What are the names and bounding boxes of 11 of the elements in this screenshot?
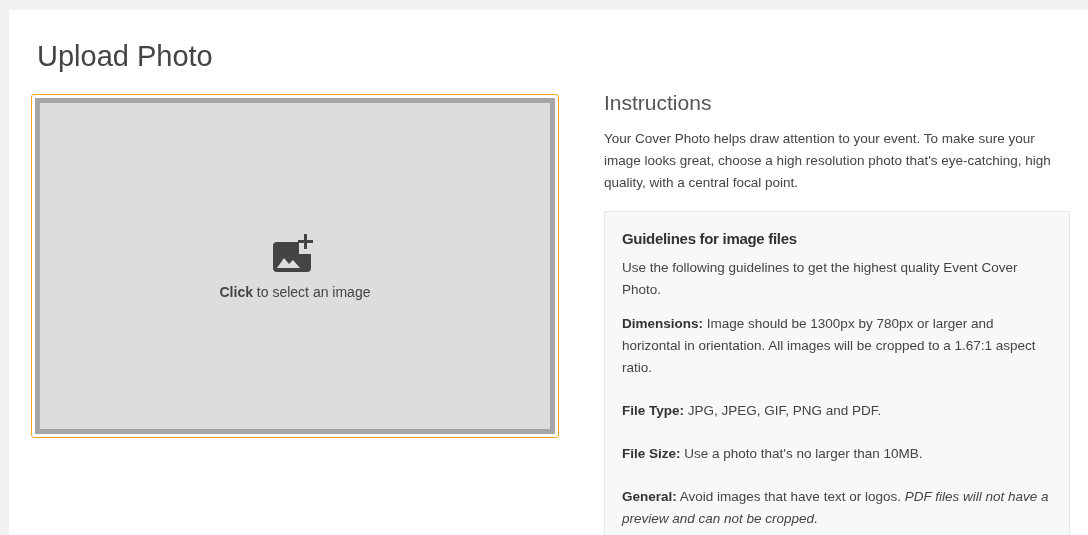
guideline-text: General: Avoid images that have text or logos. PDF files will not have a preview and can not be cropped.: [622, 488, 1050, 528]
guideline-text: File Type: JPG, JPEG, GIF, PNG and PDF.: [622, 402, 883, 420]
upload-prompt: Click to select an image: [219, 282, 371, 302]
guidelines-intro: Use the following guidelines to get the highest quality Event Cover Photo.: [622, 259, 1019, 299]
instructions-heading: Instructions: [604, 90, 712, 116]
guidelines-heading: Guidelines for image files: [622, 229, 797, 249]
instructions-text: Your Cover Photo helps draw attention to your event. To make sure your image looks great, choose a high resolution photo that's eye-catching, high quality, with a central focal point.: [604, 130, 1052, 192]
guideline-text: File Size: Use a photo that's no larger than 10MB.: [622, 445, 924, 463]
image-dropzone[interactable]: Click to select an image: [31, 94, 559, 438]
guideline-text: Dimensions: Image should be 1300px by 780px or larger and horizontal in orientation. All images will be cropped to a 1.67:1 aspect ratio.: [622, 315, 1037, 377]
page-title: Upload Photo: [37, 39, 213, 74]
